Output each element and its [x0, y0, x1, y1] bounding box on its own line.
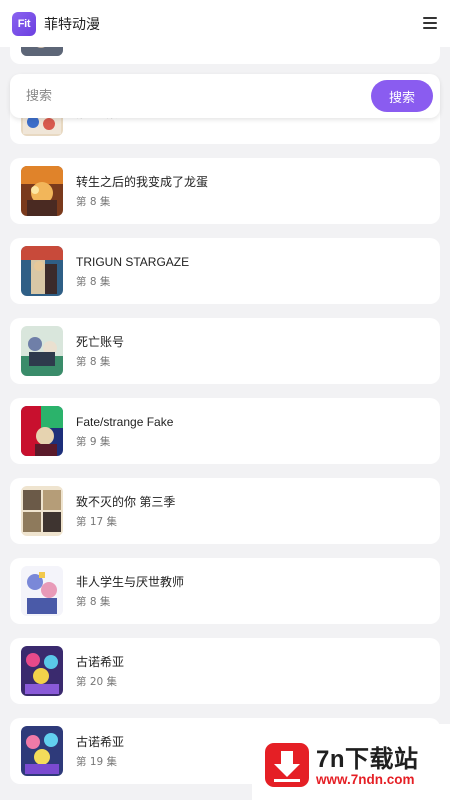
episode-count: 第 8 集 — [76, 275, 111, 288]
search-bar: 搜索 — [10, 74, 440, 118]
anime-title: TRIGUN STARGAZE — [76, 254, 190, 269]
episode-count: 第 17 集 — [76, 515, 118, 528]
anime-cover-image — [21, 486, 63, 536]
list-item[interactable]: 非人学生与厌世教师 第 8 集 — [10, 558, 440, 624]
anime-title: Fate/strange Fake — [76, 414, 174, 429]
app-logo[interactable]: Fit — [12, 11, 36, 36]
list-item[interactable]: 致不灭的你 第三季 第 17 集 — [10, 478, 440, 544]
episode-count: 第 19 集 — [76, 755, 118, 768]
episode-count: 第 8 集 — [76, 355, 111, 368]
list-item[interactable]: Fate/strange Fake 第 9 集 — [10, 398, 440, 464]
episode-count: 第 8 集 — [76, 195, 111, 208]
site-watermark: 7n下载站 www.7ndn.com — [252, 724, 450, 800]
anime-cover-image — [21, 246, 63, 296]
anime-title: 死亡账号 — [76, 334, 125, 349]
hamburger-menu-icon[interactable] — [423, 17, 437, 29]
download-arrow-icon — [265, 743, 309, 787]
search-button[interactable]: 搜索 — [371, 80, 433, 112]
anime-title: 致不灭的你 第三季 — [76, 494, 176, 509]
anime-cover-image — [21, 566, 63, 616]
list-item[interactable]: 死亡账号 第 8 集 — [10, 318, 440, 384]
anime-cover-image — [21, 406, 63, 456]
watermark-name: 7n下载站 — [316, 746, 419, 773]
watermark-url: www.7ndn.com — [316, 772, 415, 787]
anime-cover-image — [21, 726, 63, 776]
anime-title: 转生之后的我变成了龙蛋 — [76, 174, 209, 189]
anime-cover-image — [21, 326, 63, 376]
anime-cover-image — [21, 646, 63, 696]
episode-count: 第 8 集 — [76, 595, 111, 608]
anime-title: 非人学生与厌世教师 — [76, 574, 185, 589]
episode-count: 第 9 集 — [76, 435, 111, 448]
app-title: 菲特动漫 — [44, 16, 100, 33]
episode-count: 第 20 集 — [76, 675, 118, 688]
anime-title: 古诺希亚 — [76, 734, 125, 749]
list-item[interactable]: TRIGUN STARGAZE 第 8 集 — [10, 238, 440, 304]
list-item[interactable]: 古诺希亚 第 20 集 — [10, 638, 440, 704]
anime-cover-image — [21, 166, 63, 216]
list-item[interactable]: 转生之后的我变成了龙蛋 第 8 集 — [10, 158, 440, 224]
app-header: Fit 菲特动漫 — [0, 0, 450, 47]
anime-title: 古诺希亚 — [76, 654, 125, 669]
